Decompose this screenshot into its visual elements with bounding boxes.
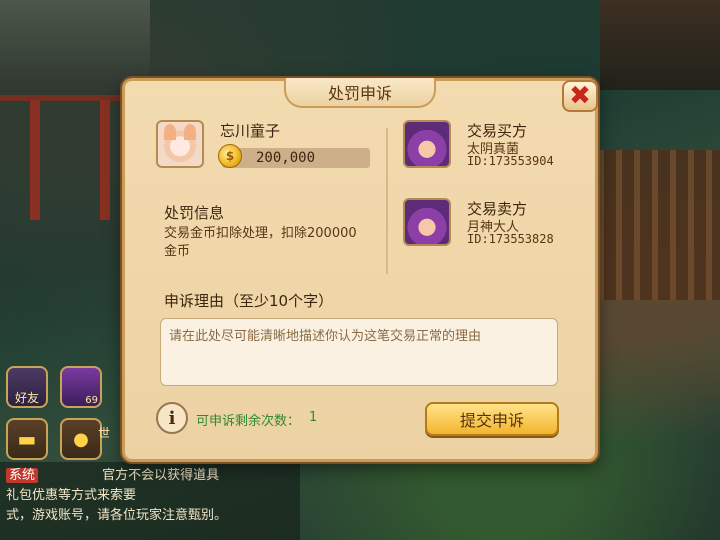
submit-appeal-button[interactable]: 提交申诉	[425, 402, 559, 436]
reason-input[interactable]	[160, 318, 558, 386]
friends-label: 好友	[14, 391, 39, 405]
buyer-id: ID:173553904	[467, 154, 554, 168]
chat-line: 礼包优惠等方式来索要	[6, 488, 137, 503]
voice-button[interactable]: ● 世	[60, 418, 110, 460]
gold-coin-icon: $	[218, 144, 242, 168]
player-level: 69	[85, 395, 98, 406]
user-avatar	[156, 120, 204, 168]
seller-avatar	[403, 198, 451, 246]
system-tag: 系统	[6, 468, 39, 483]
chat-log: 系统 官方不会以获得道具 礼包优惠等方式来索要 式，游戏账号，请各位玩家注意甄别…	[0, 462, 300, 540]
seller-id: ID:173553828	[467, 232, 554, 246]
user-name: 忘川童子	[220, 122, 281, 140]
reason-label: 申诉理由（至少10个字）	[164, 292, 334, 310]
chat-text: 官方不会以获得道具	[102, 468, 220, 483]
penalty-heading: 处罚信息	[164, 204, 225, 222]
appeal-count: 1	[309, 410, 318, 425]
world-channel-label: 世	[97, 426, 110, 440]
close-button[interactable]: ✖	[562, 80, 598, 112]
buyer-avatar	[403, 120, 451, 168]
fox-ear	[184, 124, 196, 140]
friends-button[interactable]: 好友	[6, 366, 48, 408]
column-divider	[386, 128, 388, 274]
penalty-detail: 交易金币扣除处理，扣除200000	[164, 226, 357, 241]
chat-line: 式，游戏账号，请各位玩家注意甄别。	[6, 508, 228, 523]
fox-ear	[164, 124, 176, 140]
dialog-title: 处罚申诉	[327, 84, 392, 103]
appeal-count-label: 可申诉剩余次数：	[196, 414, 301, 429]
coin-balance: 200,000	[256, 150, 316, 166]
info-icon[interactable]: i	[156, 402, 188, 434]
player-portrait[interactable]: 69	[60, 366, 102, 408]
close-icon: ✖	[569, 81, 591, 111]
chat-bubble-icon: ▬	[17, 427, 37, 451]
microphone-icon: ●	[73, 428, 89, 450]
chat-bubble-button[interactable]: ▬	[6, 418, 48, 460]
dialog-title-tab: 处罚申诉	[284, 78, 436, 108]
chat-line: 系统 官方不会以获得道具	[6, 466, 294, 486]
penalty-detail: 金币	[164, 244, 191, 259]
